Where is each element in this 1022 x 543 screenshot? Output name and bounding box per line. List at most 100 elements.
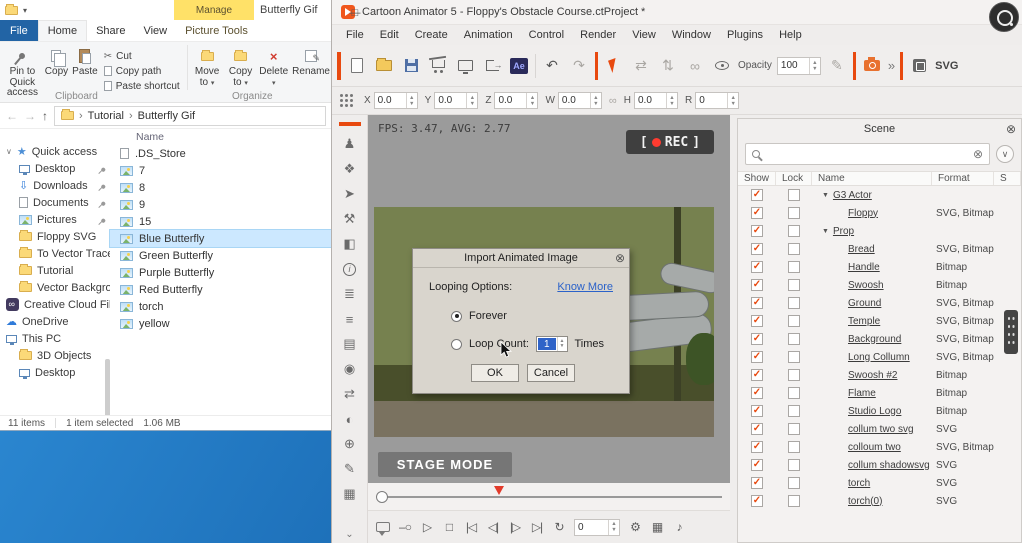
menu-view[interactable]: View bbox=[624, 29, 664, 41]
breadcrumb-tutorial[interactable]: Tutorial bbox=[88, 110, 124, 122]
scene-row-bread[interactable]: ✓ Bread SVG, Bitmap bbox=[738, 240, 1021, 258]
file-item-green-butterfly[interactable]: Green Butterfly bbox=[110, 247, 332, 264]
spinner-arrows[interactable]: ▲ ▼ bbox=[727, 93, 738, 108]
motion-tool-icon[interactable]: ➤ bbox=[338, 182, 362, 206]
file-item-purple-butterfly[interactable]: Purple Butterfly bbox=[110, 264, 332, 281]
explorer-titlebar[interactable]: ▾ Manage Butterfly Gif bbox=[0, 0, 332, 20]
show-checkbox[interactable]: ✓ bbox=[751, 279, 763, 291]
lock-checkbox[interactable] bbox=[788, 387, 800, 399]
actor-tool-icon[interactable]: ♟ bbox=[338, 132, 362, 156]
loop-count-radio[interactable] bbox=[451, 338, 462, 350]
layer-name-link[interactable]: Handle bbox=[848, 262, 880, 273]
menu-create[interactable]: Create bbox=[407, 29, 456, 41]
prev-frame-button[interactable]: ◁| bbox=[486, 517, 500, 537]
layer-tool-icon[interactable]: ▤ bbox=[338, 332, 362, 356]
scene-row-ground[interactable]: ✓ Ground SVG, Bitmap bbox=[738, 294, 1021, 312]
spinner-arrows[interactable]: ▲ ▼ bbox=[556, 337, 567, 351]
scene-row-swoosh-2[interactable]: ✓ Swoosh #2 Bitmap bbox=[738, 366, 1021, 384]
spinner-arrows[interactable]: ▲ ▼ bbox=[665, 93, 677, 108]
camera-tool-icon[interactable]: ◉ bbox=[338, 357, 362, 381]
marker-icon[interactable]: –○ bbox=[398, 517, 412, 537]
dialog-close-icon[interactable]: ⊗ bbox=[615, 251, 625, 265]
spinner-arrows[interactable]: ▲ ▼ bbox=[526, 93, 537, 108]
script-tool-icon[interactable]: ≡ bbox=[338, 307, 362, 331]
file-item-8[interactable]: 8 bbox=[110, 179, 332, 196]
lock-checkbox[interactable] bbox=[788, 225, 800, 237]
loop-count-option[interactable]: Loop Count: 1 ▲ ▼ Times bbox=[451, 336, 604, 352]
flip-vertical-icon[interactable]: ⇅ bbox=[657, 54, 679, 78]
show-checkbox[interactable]: ✓ bbox=[751, 387, 763, 399]
scene-row-torch[interactable]: ✓ torch SVG bbox=[738, 474, 1021, 492]
quick-access-toolbar-chevron-icon[interactable]: ▾ bbox=[23, 6, 27, 15]
scroll-more-icon[interactable]: ⌄ bbox=[345, 529, 353, 540]
show-checkbox[interactable]: ✓ bbox=[751, 369, 763, 381]
file-item-15[interactable]: 15 bbox=[110, 213, 332, 230]
layer-name-link[interactable]: Ground bbox=[848, 298, 881, 309]
next-frame-button[interactable]: |▷ bbox=[508, 517, 522, 537]
lock-checkbox[interactable] bbox=[788, 243, 800, 255]
cut-button[interactable]: ✂ Cut bbox=[104, 49, 180, 63]
wardrobe-tool-icon[interactable]: ❖ bbox=[338, 157, 362, 181]
after-effects-icon[interactable]: Ae bbox=[508, 54, 530, 78]
rename-button[interactable]: Rename bbox=[290, 45, 332, 80]
column-header-name[interactable]: Name bbox=[812, 172, 932, 185]
forever-radio[interactable] bbox=[451, 310, 462, 322]
paste-button[interactable]: Paste bbox=[70, 45, 100, 80]
lock-checkbox[interactable] bbox=[788, 207, 800, 219]
frame-field[interactable]: 0 ▲ ▼ bbox=[574, 518, 620, 536]
cancel-button[interactable]: Cancel bbox=[527, 364, 575, 382]
layer-name-link[interactable]: Flame bbox=[848, 388, 876, 399]
show-checkbox[interactable]: ✓ bbox=[751, 189, 763, 201]
file-item-yellow[interactable]: yellow bbox=[110, 315, 332, 332]
show-checkbox[interactable]: ✓ bbox=[751, 441, 763, 453]
delete-button[interactable]: × Delete ▾ bbox=[257, 45, 290, 91]
layer-name-link[interactable]: Prop bbox=[833, 226, 854, 237]
show-checkbox[interactable]: ✓ bbox=[751, 351, 763, 363]
timeline[interactable] bbox=[368, 483, 730, 511]
scene-search-input[interactable] bbox=[766, 148, 967, 160]
sidebar-scrollbar[interactable] bbox=[105, 359, 110, 415]
clear-search-icon[interactable]: ⊗ bbox=[973, 147, 983, 161]
lock-checkbox[interactable] bbox=[788, 459, 800, 471]
select-tool-icon[interactable] bbox=[603, 54, 625, 78]
maximize-button[interactable]: □ bbox=[341, 0, 369, 25]
layer-name-link[interactable]: Temple bbox=[848, 316, 880, 327]
save-project-icon[interactable] bbox=[400, 54, 422, 78]
show-checkbox[interactable]: ✓ bbox=[751, 405, 763, 417]
sidebar-item-3d-objects[interactable]: 3D Objects bbox=[0, 347, 110, 364]
sidebar-item-desktop[interactable]: Desktop bbox=[0, 364, 110, 381]
scene-row-background[interactable]: ✓ Background SVG, Bitmap bbox=[738, 330, 1021, 348]
redo-icon[interactable]: ↷ bbox=[568, 54, 590, 78]
settings-button[interactable]: ⚙ bbox=[628, 517, 642, 537]
spinner-arrows[interactable]: ▲ ▼ bbox=[466, 93, 477, 108]
mask-tool-icon[interactable]: ◐ bbox=[338, 407, 362, 431]
visibility-eye-icon[interactable] bbox=[711, 54, 733, 78]
breadcrumb-butterfly-gif[interactable]: Butterfly Gif bbox=[138, 110, 195, 122]
show-checkbox[interactable]: ✓ bbox=[751, 333, 763, 345]
paste-shortcut-button[interactable]: Paste shortcut bbox=[103, 79, 180, 93]
scene-row-colloum-two[interactable]: ✓ colloum two SVG, Bitmap bbox=[738, 438, 1021, 456]
opacity-field[interactable]: 100 ▲ ▼ bbox=[776, 56, 821, 75]
loop-button[interactable]: ↻ bbox=[552, 517, 566, 537]
spinner-arrows[interactable]: ▲ ▼ bbox=[808, 57, 820, 74]
manage-contextual-tab[interactable]: Manage bbox=[174, 0, 254, 20]
timeline-knob[interactable] bbox=[376, 491, 388, 503]
sidebar-item-pictures[interactable]: Pictures bbox=[0, 211, 110, 228]
last-frame-button[interactable]: ▷| bbox=[530, 517, 544, 537]
transform-x-field[interactable]: 0.0 ▲ ▼ bbox=[373, 92, 418, 109]
file-item-torch[interactable]: torch bbox=[110, 298, 332, 315]
tab-share[interactable]: Share bbox=[87, 20, 134, 41]
paint-tool-icon[interactable]: ✎ bbox=[338, 457, 362, 481]
menu-control[interactable]: Control bbox=[521, 29, 572, 41]
grid-view-button[interactable]: ▦ bbox=[650, 517, 664, 537]
loop-count-field[interactable]: 1 ▲ ▼ bbox=[535, 336, 568, 352]
spinner-arrows[interactable]: ▲ ▼ bbox=[589, 93, 601, 108]
scene-row-swoosh[interactable]: ✓ Swoosh Bitmap bbox=[738, 276, 1021, 294]
scene-row-handle[interactable]: ✓ Handle Bitmap bbox=[738, 258, 1021, 276]
tab-home[interactable]: Home bbox=[37, 20, 88, 41]
lock-checkbox[interactable] bbox=[788, 495, 800, 507]
adjust-tool-icon[interactable]: ≣ bbox=[338, 282, 362, 306]
show-checkbox[interactable]: ✓ bbox=[751, 243, 763, 255]
render-camera-icon[interactable] bbox=[861, 54, 883, 78]
scene-panel-header[interactable]: Scene ⊗ bbox=[738, 119, 1021, 139]
